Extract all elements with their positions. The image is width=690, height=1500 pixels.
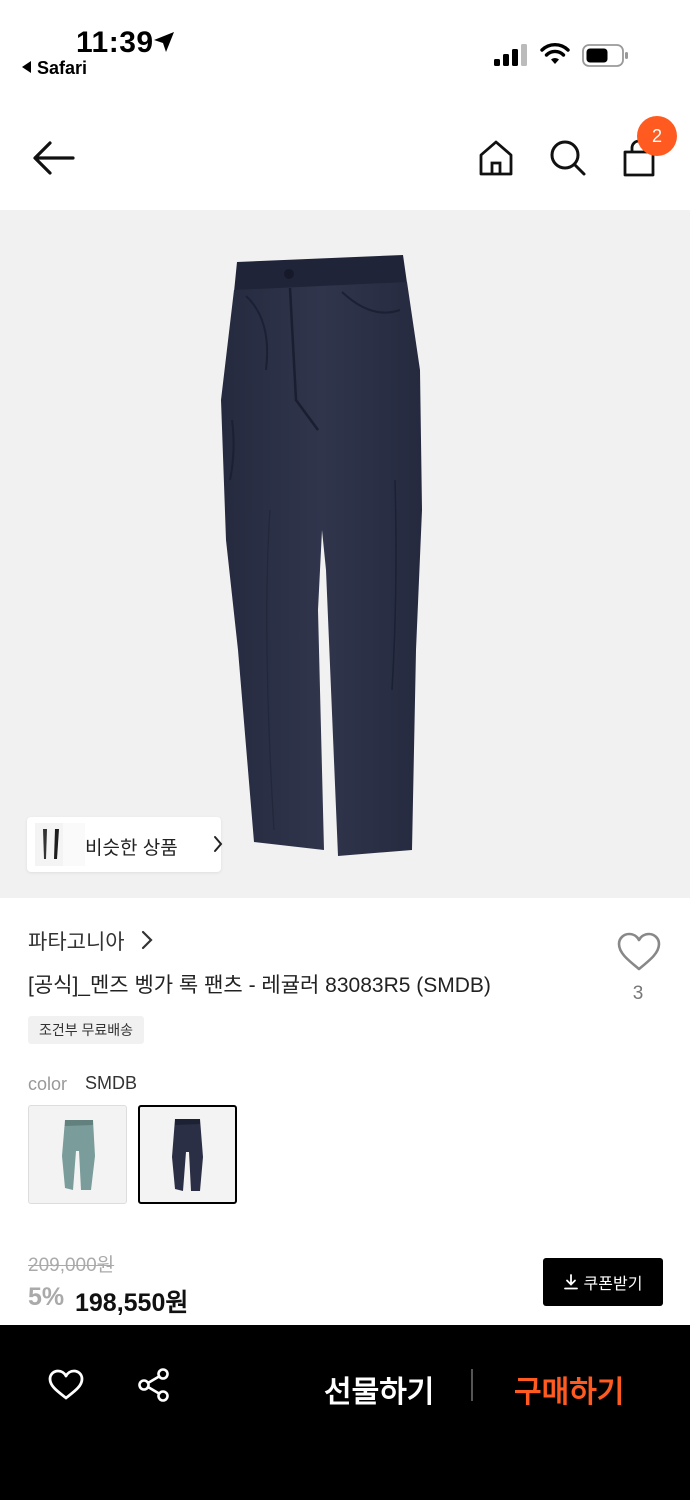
pants-illustration — [221, 255, 422, 856]
buy-button[interactable]: 구매하기 — [514, 1367, 624, 1411]
action-divider — [471, 1369, 473, 1401]
wishlist-heart-icon[interactable] — [616, 932, 662, 972]
wishlist-count: 3 — [632, 983, 644, 1004]
sage-pants-thumbnail — [62, 1120, 95, 1190]
back-app-label: Safari — [37, 58, 88, 78]
similar-products-label: 비슷한 상품 — [85, 838, 178, 859]
product-hero-image[interactable]: 비슷한 상품 — [0, 210, 690, 898]
back-triangle-icon — [22, 61, 31, 73]
battery-icon — [582, 44, 628, 67]
back-to-app[interactable]: Safari — [22, 58, 87, 79]
brand-chevron-icon[interactable] — [140, 930, 154, 950]
original-price: 209,000원 — [28, 1255, 115, 1276]
color-swatch-navy[interactable] — [138, 1105, 237, 1204]
color-option-label: color — [28, 1074, 68, 1094]
discount-rate: 5% — [28, 1283, 65, 1311]
home-icon[interactable] — [476, 138, 516, 178]
coupon-download-button[interactable]: 쿠폰받기 — [543, 1258, 663, 1306]
top-nav — [0, 110, 690, 208]
search-icon[interactable] — [548, 138, 588, 178]
similar-thumbnail — [35, 823, 85, 866]
location-arrow-icon — [154, 32, 174, 52]
product-title: [공식]_멘즈 벵가 록 팬츠 - 레귤러 83083R5 (SMDB) — [28, 974, 491, 997]
bottom-action-bar: 선물하기 구매하기 — [0, 1325, 690, 1500]
sale-price: 198,550원 — [75, 1289, 189, 1317]
coupon-button-label: 쿠폰받기 — [583, 1276, 643, 1293]
share-icon[interactable] — [136, 1367, 172, 1403]
download-icon — [563, 1274, 578, 1290]
status-bar: 11:39 Safari — [0, 0, 690, 95]
gift-button[interactable]: 선물하기 — [324, 1367, 434, 1411]
status-time: 11:39 — [76, 26, 154, 59]
color-option-value: SMDB — [85, 1073, 138, 1093]
navy-pants-thumbnail — [172, 1119, 203, 1191]
color-swatch-sage[interactable] — [28, 1105, 127, 1204]
cellular-signal-icon — [494, 44, 527, 66]
chevron-right-icon — [214, 836, 223, 852]
heart-icon[interactable] — [48, 1369, 84, 1401]
cart-count-badge: 2 — [637, 116, 677, 156]
shipping-badge: 조건부 무료배송 — [28, 1016, 145, 1044]
similar-products-chip[interactable]: 비슷한 상품 — [27, 817, 223, 872]
wifi-icon — [540, 43, 570, 64]
back-arrow-icon[interactable] — [30, 138, 76, 178]
brand-link[interactable]: 파타고니아 — [28, 926, 125, 956]
